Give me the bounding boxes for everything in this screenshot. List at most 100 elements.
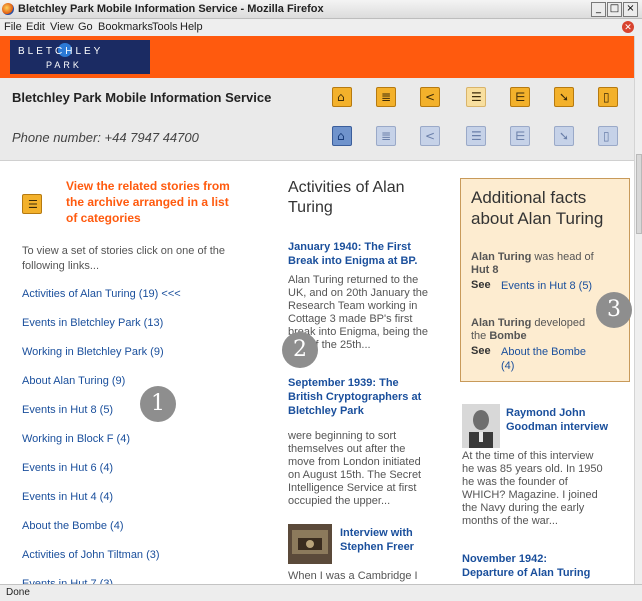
- category-link[interactable]: Activities of Alan Turing (19) <<<: [22, 288, 181, 300]
- category-link[interactable]: Activities of John Tiltman (3): [22, 549, 160, 561]
- intro-line: following links...: [22, 260, 100, 272]
- pointer-icon[interactable]: ➘: [554, 87, 574, 107]
- categories-icon[interactable]: ☰: [466, 126, 486, 146]
- share-icon[interactable]: <: [420, 87, 440, 107]
- story-body-line: Research Team working in: [288, 300, 418, 312]
- story-body-line: Intelligence Service at first: [288, 482, 417, 494]
- story-body-line: the Navy during the early: [462, 502, 585, 514]
- menu-help[interactable]: Help: [180, 21, 203, 33]
- vertical-scrollbar[interactable]: [634, 36, 642, 584]
- list-icon[interactable]: ≣: [376, 87, 396, 107]
- menu-file[interactable]: File: [4, 21, 22, 33]
- home-icon[interactable]: ⌂: [332, 126, 352, 146]
- tree-icon[interactable]: ⋿: [510, 126, 530, 146]
- menu-go[interactable]: Go: [78, 21, 93, 33]
- categories-icon[interactable]: ☰: [466, 87, 486, 107]
- story-body-line: months of the war...: [462, 515, 558, 527]
- story-title[interactable]: November 1942: Departure of Alan Turing: [462, 552, 622, 580]
- window-titlebar: Bletchley Park Mobile Information Servic…: [0, 0, 642, 19]
- fact-link-line: Events in Hut 8 (5): [501, 280, 593, 292]
- close-button[interactable]: ×: [623, 2, 638, 17]
- callout-marker: 1: [140, 386, 176, 422]
- maximize-button[interactable]: □: [607, 2, 622, 17]
- fact-link-line: About the Bombe: [501, 346, 587, 358]
- story-title-line: Raymond John: [506, 407, 586, 419]
- story-title[interactable]: Interview with Stephen Freer: [340, 526, 450, 554]
- stephen-freer-photo[interactable]: [288, 524, 332, 564]
- bletchley-park-logo[interactable]: BLETCHLEY PARK: [10, 40, 150, 74]
- logo-line2: PARK: [46, 60, 82, 70]
- story-body-line: were beginning to sort: [288, 430, 397, 442]
- story-body-line: When I was a Cambridge I: [288, 570, 418, 582]
- category-link[interactable]: Events in Hut 6 (4): [22, 462, 113, 474]
- site-title: Bletchley Park Mobile Information Servic…: [12, 90, 272, 105]
- pointer-icon[interactable]: ➘: [554, 126, 574, 146]
- stop-icon[interactable]: ✕: [622, 21, 634, 33]
- fact-link[interactable]: About the Bombe (4): [501, 345, 586, 373]
- facts-title: Additional facts about Alan Turing: [471, 187, 626, 229]
- callout-marker: 3: [596, 292, 632, 328]
- fact-prefix: the: [471, 330, 490, 342]
- fact-predicate: was head of: [531, 251, 594, 263]
- additional-facts-box: Additional facts about Alan Turing Alan …: [460, 178, 630, 382]
- archive-heading-line: of categories: [66, 211, 141, 225]
- story-title-line: Bletchley Park: [288, 405, 364, 417]
- window-controls: _ □ ×: [591, 2, 638, 17]
- story-body-line: on August 15th. The Secret: [288, 469, 422, 481]
- phone-icon[interactable]: ▯: [598, 87, 618, 107]
- category-link[interactable]: About Alan Turing (9): [22, 375, 125, 387]
- list-icon[interactable]: ≣: [376, 126, 396, 146]
- story-body: When I was a Cambridge I: [288, 570, 448, 583]
- home-icon[interactable]: ⌂: [332, 87, 352, 107]
- raymond-goodman-photo[interactable]: [462, 404, 500, 448]
- intro-text: To view a set of stories click on one of…: [22, 244, 262, 274]
- story-body-line: move from London initiated: [288, 456, 421, 468]
- menu-bar: File Edit View Go Bookmarks Tools Help ✕: [0, 19, 642, 37]
- menu-tools[interactable]: Tools: [152, 21, 178, 33]
- fact-text: Alan Turing was head of Hut 8: [471, 251, 626, 277]
- story-title[interactable]: January 1940: The First Break into Enigm…: [288, 240, 448, 268]
- fact-predicate: developed: [531, 317, 586, 329]
- minimize-button[interactable]: _: [591, 2, 606, 17]
- category-link[interactable]: Events in Hut 4 (4): [22, 491, 113, 503]
- archive-heading-line: View the related stories from: [66, 179, 230, 193]
- menu-view[interactable]: View: [50, 21, 74, 33]
- story-body-line: Alan Turing returned to the: [288, 274, 419, 286]
- phone-icon[interactable]: ▯: [598, 126, 618, 146]
- menu-bookmarks[interactable]: Bookmarks: [98, 21, 153, 33]
- story-title-line: British Cryptographers at: [288, 391, 422, 403]
- site-banner: BLETCHLEY PARK: [0, 36, 634, 78]
- story-title-line: Interview with: [340, 527, 413, 539]
- story-body-line: he was 85 years old. In 1950: [462, 463, 603, 475]
- story-title[interactable]: September 1939: The British Cryptographe…: [288, 376, 448, 418]
- story-title-line: Goodman interview: [506, 421, 609, 433]
- facts-title-line: Additional facts: [471, 188, 587, 207]
- fact-object: Hut 8: [471, 264, 499, 276]
- archive-heading[interactable]: View the related stories from the archiv…: [66, 178, 266, 226]
- status-bar: Done: [0, 584, 642, 601]
- fact-object: Bombe: [489, 330, 527, 342]
- share-icon[interactable]: <: [420, 126, 440, 146]
- story-title[interactable]: Raymond John Goodman interview: [506, 406, 626, 434]
- scrollbar-thumb[interactable]: [636, 154, 642, 234]
- site-header: Bletchley Park Mobile Information Servic…: [0, 78, 634, 161]
- categories-icon[interactable]: ☰: [22, 194, 42, 214]
- story-body-line: he was the founder of: [462, 476, 568, 488]
- fact-link[interactable]: Events in Hut 8 (5): [501, 279, 592, 293]
- category-link[interactable]: Working in Block F (4): [22, 433, 130, 445]
- category-link[interactable]: Events in Hut 8 (5): [22, 404, 113, 416]
- tree-icon[interactable]: ⋿: [510, 87, 530, 107]
- see-label: See: [471, 279, 491, 291]
- fact-link-line: (4): [501, 360, 515, 372]
- category-link[interactable]: About the Bombe (4): [22, 520, 124, 532]
- menu-edit[interactable]: Edit: [26, 21, 45, 33]
- story-title-line: January 1940: The First: [288, 241, 411, 253]
- window-title: Bletchley Park Mobile Information Servic…: [18, 3, 324, 15]
- stories-column: Activities of Alan Turing January 1940: …: [288, 178, 448, 582]
- fact-subject: Alan Turing: [471, 251, 532, 263]
- category-link[interactable]: Working in Bletchley Park (9): [22, 346, 164, 358]
- story-body-line: occupied the upper...: [288, 495, 391, 507]
- firefox-icon: [2, 3, 14, 15]
- category-link[interactable]: Events in Bletchley Park (13): [22, 317, 163, 329]
- story-body-line: At the time of this interview: [462, 450, 594, 462]
